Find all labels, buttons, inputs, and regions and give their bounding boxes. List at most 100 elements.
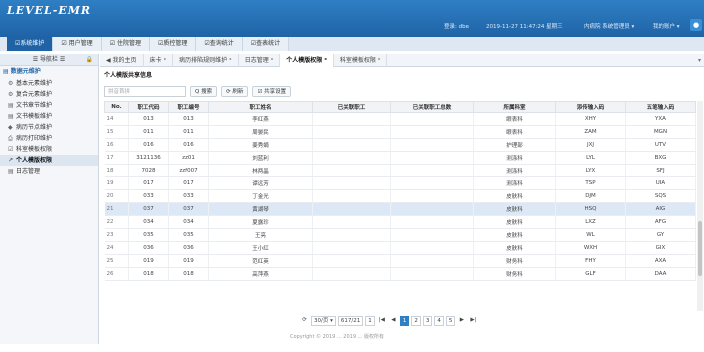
app-logo: LEVEL-EMR (7, 4, 92, 17)
table-cell: XHY (555, 112, 626, 126)
table-row[interactable]: 19 017 017 谭远芳 测涤科 TSP UIA (104, 176, 696, 191)
table-cell: ZAM (555, 125, 626, 139)
lock-icon[interactable]: 🔒 (86, 54, 93, 66)
table-row[interactable]: 16 016 016 姜秀娟 护理部 JXJ UTV (104, 138, 696, 152)
tab-bed-card[interactable]: 床卡 ˣ (144, 54, 174, 67)
tab-record-rules[interactable]: 病历排陷规则维护 ˣ (173, 54, 239, 67)
dept-menu[interactable]: 内病院 系统管理员 ▾ (584, 22, 634, 30)
sidebar-item-dept-permissions[interactable]: ☑ 科室模板权限 (0, 144, 98, 155)
column-header[interactable]: 职工代码 (128, 101, 169, 113)
document-icon: ▤ (8, 113, 14, 120)
tab-personal-permissions[interactable]: 个人模版权限 ˣ (280, 54, 334, 67)
refresh-icon[interactable]: ⟳ (300, 316, 309, 326)
table-row[interactable]: 15 011 011 周晏民 眼表科 ZAM MGN (104, 125, 696, 139)
sidebar-item-record-nodes[interactable]: ◆ 病历节点维护 (0, 122, 98, 133)
sidebar-item-personal-permissions[interactable]: ↗ 个人模版权限 (0, 155, 98, 166)
table-cell: UIA (625, 176, 696, 191)
sidebar-group-data-elements[interactable]: ▤ 数据元维护 (0, 66, 98, 78)
table-row[interactable]: 25 019 019 范红英 财务科 FHY AXA (104, 254, 696, 268)
share-settings-button[interactable]: ☑ 共享设置 (252, 86, 292, 97)
page-button[interactable]: 5 (445, 316, 456, 326)
table-row[interactable]: 21 037 037 黄湖琴 皮肤科 HSQ AIG (104, 202, 696, 217)
page-button[interactable]: 2 (411, 316, 421, 326)
column-header[interactable]: 已关联职工 (312, 101, 391, 113)
sidebar-item-doc-templates[interactable]: ▤ 文书模板维护 (0, 111, 98, 122)
panel-title: 个人模版共享信息 (104, 72, 153, 79)
next-page-icon[interactable]: ▶ (457, 316, 466, 326)
search-button[interactable]: Q 搜索 (190, 86, 218, 97)
column-header[interactable]: 添传输入码 (555, 101, 626, 113)
column-header[interactable]: 所属科室 (473, 101, 556, 113)
sidebar-item-basic-elements[interactable]: ⚙ 基本元素维护 (0, 78, 98, 89)
module-tab-system[interactable]: ☑系统维护 (7, 37, 54, 51)
table-row[interactable]: 23 035 035 王亮 皮肤科 WL GY (104, 228, 696, 242)
tab-logs[interactable]: 日志管理 ˣ (239, 54, 281, 67)
table-cell: 皮肤科 (473, 189, 556, 204)
login-info: 登录: dbe (444, 24, 469, 30)
table-cell: GIX (625, 241, 696, 255)
column-header[interactable]: 职工编号 (168, 101, 209, 113)
page-button[interactable]: 3 (422, 316, 433, 326)
table-cell: 17 (104, 151, 129, 165)
page-button[interactable]: 4 (434, 316, 444, 326)
sidebar-item-doc-sections[interactable]: ▤ 文书章节维护 (0, 100, 98, 111)
last-page-icon[interactable]: ▶| (468, 316, 478, 326)
table-cell: 林两晶 (208, 164, 313, 178)
first-page-icon[interactable]: |◀ (377, 316, 387, 326)
table-cell: 037 (128, 202, 169, 217)
module-tab-inpatient[interactable]: ☑ 住院管理 (101, 37, 150, 51)
prev-page-icon[interactable]: ◀ (389, 316, 398, 326)
sidebar-item-logs[interactable]: ▤ 日志管理 (0, 166, 98, 177)
column-header[interactable]: No. (104, 101, 129, 113)
page-size-select[interactable]: 30/页 ▾ (311, 316, 336, 326)
table-cell: 018 (168, 267, 209, 281)
table-cell: WXH (555, 241, 626, 255)
table-cell (390, 125, 474, 139)
refresh-button[interactable]: ⟳ 刷新 (221, 86, 249, 97)
column-header[interactable]: 职工姓名 (208, 101, 313, 113)
search-input[interactable]: 拼音首拼 (104, 86, 186, 97)
bell-icon[interactable]: ● (690, 19, 702, 31)
tab-home[interactable]: ◀ 我的主页 (100, 54, 144, 67)
table-cell: LYX (555, 164, 626, 178)
pagination: ⟳ 30/页 ▾ 617/21 1 |◀ ◀ 1 2 3 4 5 ▶ ▶| (300, 315, 478, 327)
sidebar-item-compound-elements[interactable]: ⚙ 复合元素维护 (0, 89, 98, 100)
module-tab-users[interactable]: ☑ 用户管理 (53, 37, 102, 51)
column-header[interactable]: 五笔输入码 (625, 101, 696, 113)
table-cell: 皮肤科 (473, 202, 556, 217)
chevron-down-icon[interactable]: ▾ (698, 54, 701, 67)
scrollbar-thumb[interactable] (698, 221, 702, 276)
vertical-scrollbar[interactable] (697, 101, 703, 311)
table-cell: 李红燕 (208, 112, 313, 126)
table-row[interactable]: 18 7028 zzf007 林两晶 测涤科 LYX SFJ (104, 164, 696, 178)
table-cell (390, 215, 474, 230)
table-cell: UTV (625, 138, 696, 152)
table-row[interactable]: 26 018 018 高萍燕 财务科 GLF DAA (104, 267, 696, 281)
table-row[interactable]: 24 036 036 王小红 皮肤科 WXH GIX (104, 241, 696, 255)
module-tab-query[interactable]: ☑查询统计 (196, 37, 243, 51)
sidebar-item-record-print[interactable]: ⎙ 病历打印维护 (0, 133, 98, 144)
module-tab-report[interactable]: ☑查表统计 (242, 37, 290, 51)
table-row[interactable]: 22 034 034 夏露珍 皮肤科 LXZ AFG (104, 215, 696, 230)
table-cell (390, 228, 474, 242)
table-cell: GLF (555, 267, 626, 281)
gear-icon: ⚙ (8, 91, 14, 98)
table-row[interactable]: 14 013 013 李红燕 眼表科 XHY YXA (104, 112, 696, 126)
tab-dept-permissions[interactable]: 科室模板权限 ˣ (334, 54, 388, 67)
column-header[interactable]: 已关联职工总数 (390, 101, 474, 113)
table-cell: LXZ (555, 215, 626, 230)
table-cell: 036 (168, 241, 209, 255)
table-cell (390, 112, 474, 126)
table-cell: 25 (104, 254, 129, 268)
table-row[interactable]: 20 033 033 丁金光 皮肤科 DJM SQS (104, 189, 696, 204)
page-button[interactable]: 1 (399, 316, 410, 326)
table-row[interactable]: 17 3121136 zz01 刘蓝利 测涤科 LYL BXG (104, 151, 696, 165)
table-cell: 22 (104, 215, 129, 230)
account-menu[interactable]: 我的账户 ▾ (653, 22, 680, 30)
page-jump-input[interactable]: 1 (365, 316, 375, 326)
table-cell (312, 254, 391, 268)
table-cell: 15 (104, 125, 129, 139)
table-cell: FHY (555, 254, 626, 268)
table-cell: 019 (128, 254, 169, 268)
module-tab-quality[interactable]: ☑质控管理 (149, 37, 197, 51)
